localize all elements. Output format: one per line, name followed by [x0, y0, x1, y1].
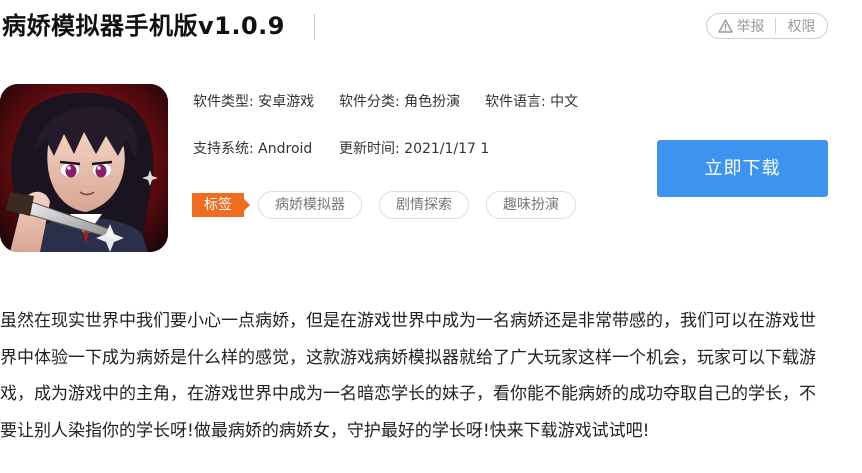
tags-label: 标签 — [192, 193, 250, 217]
software-type: 软件类型: 安卓游戏 — [193, 92, 314, 112]
warning-triangle-icon — [717, 19, 733, 33]
tag-item[interactable]: 剧情探索 — [379, 191, 469, 219]
download-button[interactable]: 立即下载 — [657, 140, 828, 197]
software-language: 软件语言: 中文 — [485, 92, 578, 112]
supported-system-value: Android — [258, 141, 313, 157]
update-time-value: 2021/1/17 1 — [404, 141, 490, 157]
software-category: 软件分类: 角色扮演 — [339, 92, 460, 112]
title-divider — [314, 14, 315, 40]
software-type-value: 安卓游戏 — [258, 94, 315, 110]
software-language-label: 软件语言: — [485, 94, 546, 110]
supported-system: 支持系统: Android — [193, 139, 312, 159]
software-category-value: 角色扮演 — [404, 94, 461, 110]
update-time-label: 更新时间: — [339, 141, 400, 157]
header-actions: 举报 权限 — [706, 13, 828, 39]
software-language-value: 中文 — [550, 94, 579, 110]
tag-item[interactable]: 病娇模拟器 — [258, 191, 362, 219]
software-type-label: 软件类型: — [193, 94, 254, 110]
update-time: 更新时间: 2021/1/17 1 — [339, 139, 489, 159]
supported-system-label: 支持系统: — [193, 141, 254, 157]
software-category-label: 软件分类: — [339, 94, 400, 110]
rights-button[interactable]: 权限 — [776, 14, 827, 38]
tag-item[interactable]: 趣味扮演 — [486, 191, 576, 219]
page-title: 病娇模拟器手机版v1.0.9 — [2, 12, 285, 40]
report-button[interactable]: 举报 — [707, 14, 775, 38]
report-label: 举报 — [736, 19, 765, 35]
game-description: 虽然在现实世界中我们要小心一点病娇，但是在游戏世界中成为一名病娇还是非常带感的，… — [0, 311, 816, 441]
game-app-icon — [0, 84, 168, 252]
